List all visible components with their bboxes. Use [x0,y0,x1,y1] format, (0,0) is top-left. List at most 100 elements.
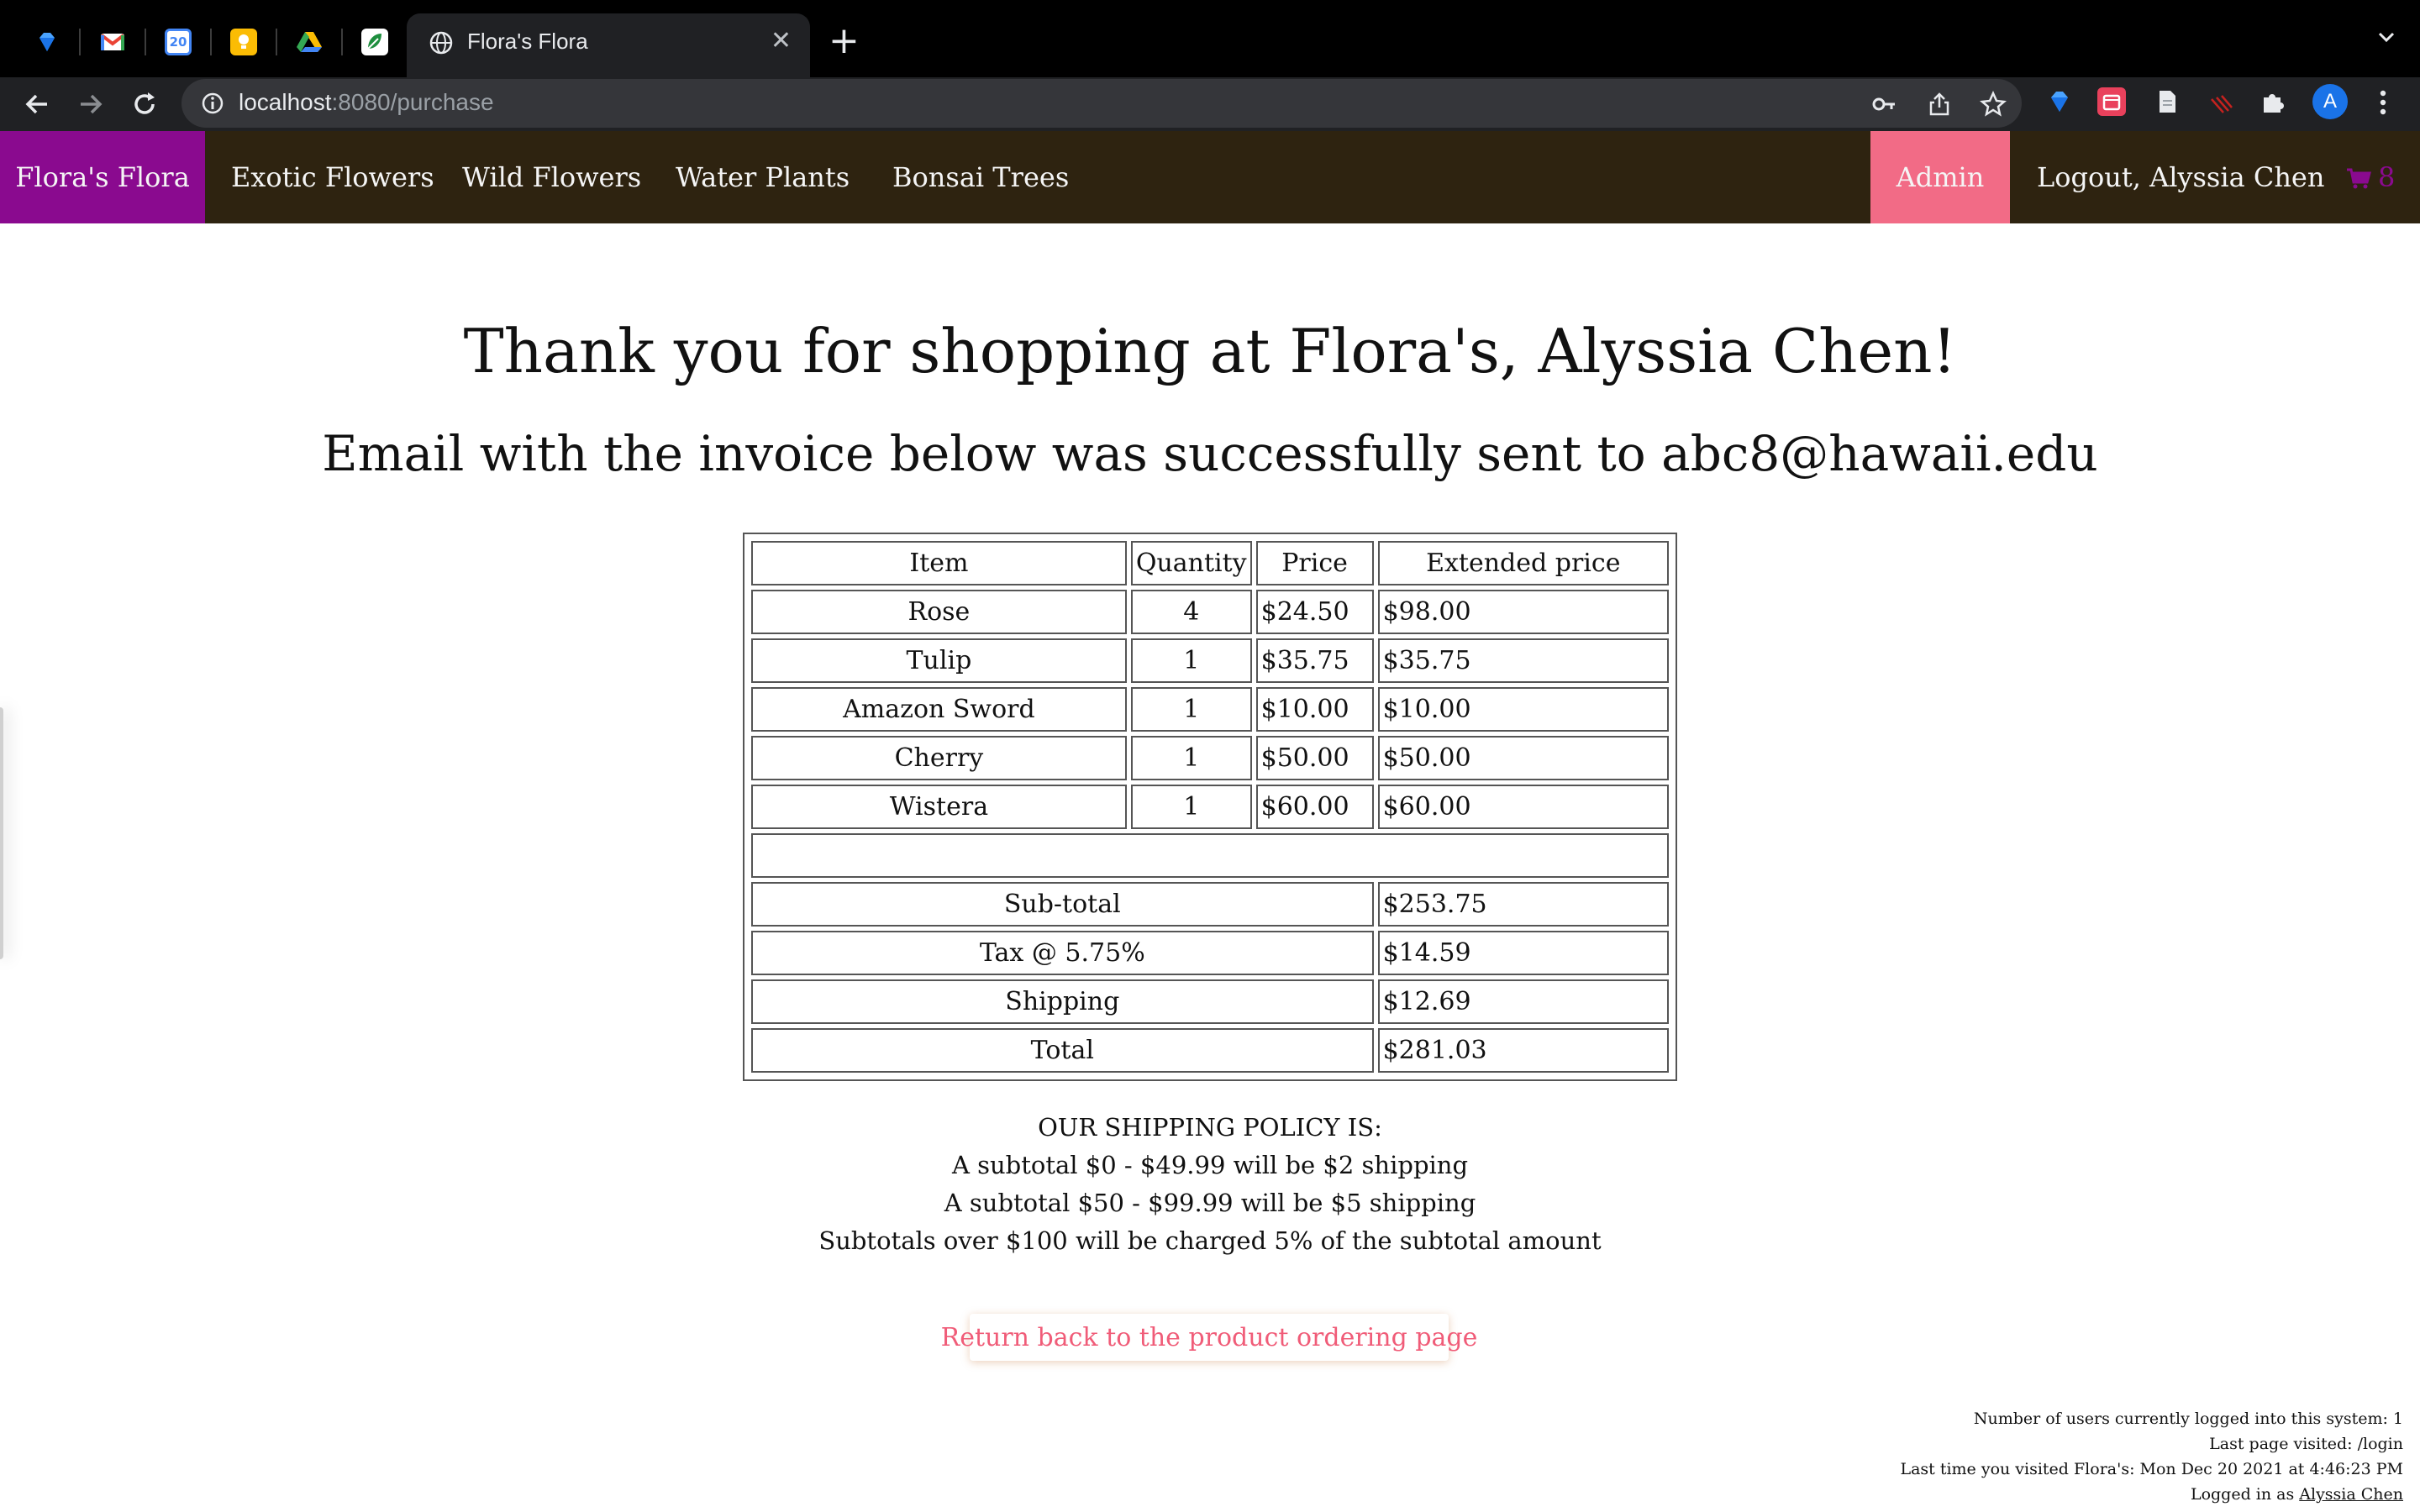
cart-link[interactable]: 8 [2346,131,2395,223]
browser-tab-bar: 20 Flora's Flora ✕ + [0,0,2420,77]
pinned-tab-keep[interactable] [222,22,266,62]
item-name: Amazon Sword [751,687,1127,732]
item-extended-price: $50.00 [1377,736,1669,780]
calendar-icon: 20 [165,29,192,55]
pinned-tab-gmail[interactable] [91,22,134,62]
key-icon[interactable] [1870,91,1897,118]
nav-exotic-flowers[interactable]: Exotic Flowers [231,131,434,223]
column-header-price: Price [1255,541,1374,585]
thank-you-heading: Thank you for shopping at Flora's, Alyss… [463,316,1957,386]
item-name: Tulip [751,638,1127,683]
shipping-row: Shipping $12.69 [751,979,1669,1024]
return-to-ordering-button[interactable]: Return back to the product ordering page [941,1314,1477,1361]
total-label: Total [751,1028,1374,1073]
tab-separator [276,29,277,55]
total-row: Total $281.03 [751,1028,1669,1073]
shipping-value: $12.69 [1377,979,1669,1024]
item-extended-price: $10.00 [1377,687,1669,732]
invoice-header-row: Item Quantity Price Extended price [751,541,1669,585]
close-tab-icon[interactable]: ✕ [771,27,792,55]
new-tab-icon[interactable]: + [829,20,860,62]
last-visit-text: Last time you visited Flora's: Mon Dec 2… [1900,1460,2403,1478]
item-extended-price: $35.75 [1377,638,1669,683]
column-header-extended-price: Extended price [1377,541,1669,585]
brand-link[interactable]: Flora's Flora [0,131,205,223]
pinned-tab-drive[interactable] [287,22,331,62]
nav-wild-flowers[interactable]: Wild Flowers [462,131,641,223]
subtotal-label: Sub-total [751,882,1374,927]
url-path: :8080/purchase [331,89,494,115]
column-header-item: Item [751,541,1127,585]
tax-label: Tax @ 5.75% [751,931,1374,975]
subtotal-row: Sub-total $253.75 [751,882,1669,927]
item-price: $60.00 [1255,785,1374,829]
admin-link[interactable]: Admin [1870,131,2010,223]
active-tab[interactable]: Flora's Flora ✕ [407,13,810,77]
item-price: $10.00 [1255,687,1374,732]
document-extension-icon[interactable] [2153,87,2181,116]
table-row: Rose 4 $24.50 $98.00 [751,590,1669,634]
item-extended-price: $98.00 [1377,590,1669,634]
sapphire-icon [34,29,60,55]
tab-separator [79,29,81,55]
total-value: $281.03 [1377,1028,1669,1073]
nav-bonsai-trees[interactable]: Bonsai Trees [892,131,1069,223]
site-info-icon[interactable] [200,91,225,116]
shipping-policy-line: A subtotal $0 - $49.99 will be $2 shippi… [951,1151,1469,1179]
tab-separator [145,29,146,55]
item-quantity: 1 [1130,736,1252,780]
forward-arrow-icon[interactable] [74,87,108,121]
profile-avatar[interactable]: A [2312,84,2348,119]
logout-link[interactable]: Logout, Alyssia Chen [2037,131,2324,223]
tab-separator [210,29,212,55]
pinned-tab-calendar[interactable]: 20 [156,22,200,62]
item-quantity: 1 [1130,785,1252,829]
table-row: Tulip 1 $35.75 $35.75 [751,638,1669,683]
pinned-tab-leaf-app[interactable] [353,22,397,62]
tab-title: Flora's Flora [467,29,588,54]
puzzle-extensions-icon[interactable] [2259,87,2287,116]
drive-icon [296,29,323,55]
item-name: Wistera [751,785,1127,829]
sapphire-extension-icon[interactable] [2045,87,2074,116]
tab-search-chevron-icon[interactable] [2375,25,2398,49]
side-panel-edge [0,707,3,959]
stripes-extension-icon[interactable] [2207,87,2235,116]
item-name: Cherry [751,736,1127,780]
browser-menu-icon[interactable] [2375,86,2391,119]
item-price: $50.00 [1255,736,1374,780]
logged-in-user-link[interactable]: Alyssia Chen [2299,1485,2403,1504]
back-arrow-icon[interactable] [20,87,54,121]
tab-separator [341,29,343,55]
table-row: Wistera 1 $60.00 $60.00 [751,785,1669,829]
users-logged-in-text: Number of users currently logged into th… [1973,1410,2403,1428]
nav-water-plants[interactable]: Water Plants [676,131,850,223]
leaf-app-icon [361,29,388,55]
shipping-policy-line: A subtotal $50 - $99.99 will be $5 shipp… [944,1189,1476,1217]
email-confirmation-heading: Email with the invoice below was success… [322,425,2098,482]
last-page-visited-text: Last page visited: /login [2209,1435,2403,1453]
bookmark-star-icon[interactable] [1980,90,2007,118]
column-header-quantity: Quantity [1130,541,1252,585]
shipping-policy-line: Subtotals over $100 will be charged 5% o… [818,1226,1602,1255]
gmail-icon [99,29,126,55]
todo-extension-icon[interactable] [2097,87,2126,116]
empty-row [751,833,1669,878]
share-icon[interactable] [1926,91,1953,118]
pinned-tab-sapphire[interactable] [25,22,69,62]
shopping-cart-icon [2346,165,2371,189]
cart-count: 8 [2378,161,2396,193]
item-quantity: 1 [1130,687,1252,732]
tax-row: Tax @ 5.75% $14.59 [751,931,1669,975]
logged-in-as-text: Logged in as Alyssia Chen [1900,1482,2403,1507]
table-row: Amazon Sword 1 $10.00 $10.00 [751,687,1669,732]
reload-icon[interactable] [128,87,161,121]
logged-in-prefix: Logged in as [2190,1485,2300,1504]
site-navbar: Flora's Flora Exotic Flowers Wild Flower… [0,131,2420,223]
address-bar[interactable]: localhost:8080/purchase [182,79,2022,128]
url-text: localhost:8080/purchase [239,89,494,116]
item-extended-price: $60.00 [1377,785,1669,829]
session-footer: Number of users currently logged into th… [1900,1406,2403,1507]
invoice-table: Item Quantity Price Extended price Rose … [743,533,1677,1081]
shipping-policy-title: OUR SHIPPING POLICY IS: [1038,1113,1382,1142]
